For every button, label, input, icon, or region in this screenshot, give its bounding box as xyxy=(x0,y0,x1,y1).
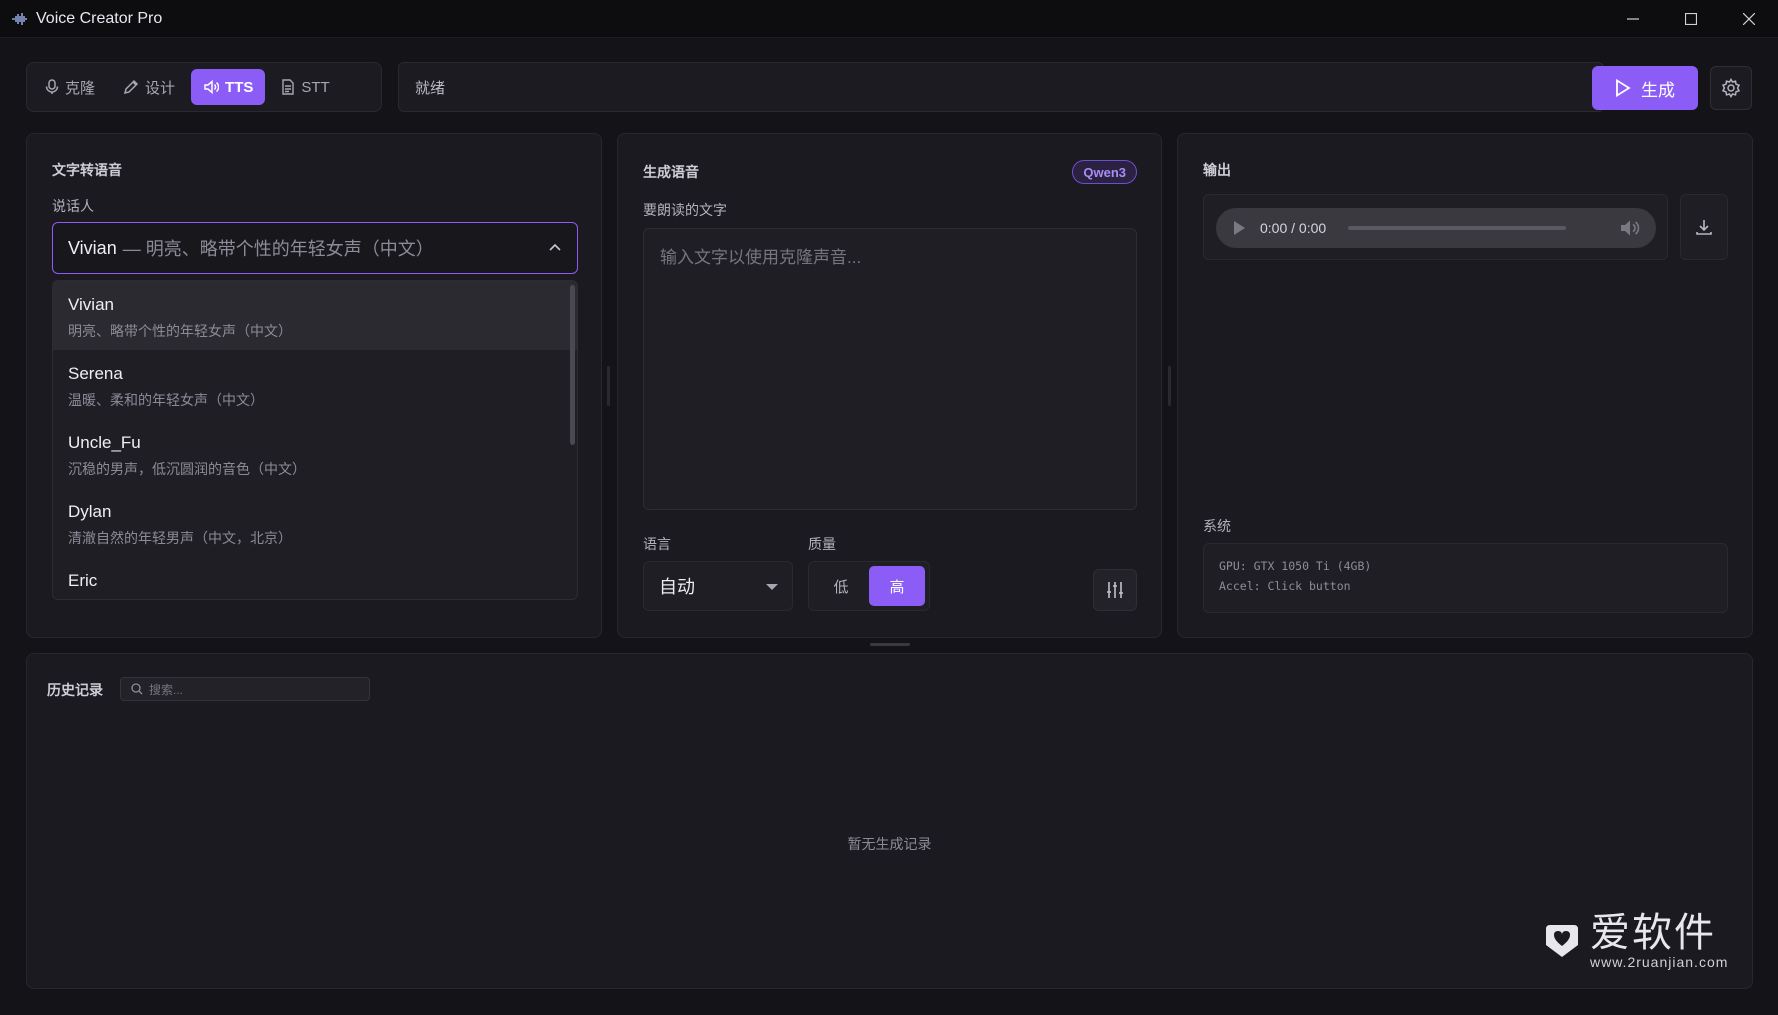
tab-tts-label: TTS xyxy=(225,78,254,96)
close-icon xyxy=(1743,12,1755,25)
tab-design[interactable]: 设计 xyxy=(111,69,187,105)
speaker-option-vivian[interactable]: Vivian 明亮、略带个性的年轻女声（中文） xyxy=(53,281,577,350)
generate-label: 生成 xyxy=(1641,80,1675,100)
quality-low-button[interactable]: 低 xyxy=(813,566,869,606)
tab-stt-label: STT xyxy=(301,78,330,96)
tts-panel-title: 文字转语音 xyxy=(52,162,122,178)
option-name: Vivian xyxy=(68,295,114,314)
maximize-icon xyxy=(1685,12,1697,25)
search-placeholder: 搜索... xyxy=(149,682,184,697)
status-bar: 就绪 xyxy=(398,62,1604,112)
system-accel-line: Accel: Click button xyxy=(1219,579,1351,593)
output-panel: 输出 0:00 / 0:00 系统 GPU: GTX 1050 Ti (4GB)… xyxy=(1177,133,1753,638)
history-empty-text: 暂无生成记录 xyxy=(847,836,932,852)
system-label: 系统 xyxy=(1203,518,1231,534)
maximize-button[interactable] xyxy=(1662,0,1720,38)
text-label: 要朗读的文字 xyxy=(643,202,727,218)
search-icon xyxy=(131,683,143,695)
audio-player: 0:00 / 0:00 xyxy=(1216,208,1656,248)
player-time: 0:00 / 0:00 xyxy=(1260,220,1327,236)
seek-bar[interactable] xyxy=(1348,226,1567,230)
speaker-icon xyxy=(204,79,220,95)
tab-clone-label: 克隆 xyxy=(65,79,96,97)
status-text: 就绪 xyxy=(415,79,446,97)
option-desc: 清澈自然的年轻男声（中文，北京） xyxy=(68,530,292,546)
chevron-up-icon xyxy=(549,243,561,251)
mode-tabs: 克隆 设计 TTS STT xyxy=(26,62,382,112)
option-name: Serena xyxy=(68,364,123,383)
toolbar: 克隆 设计 TTS STT 就绪 生成 xyxy=(26,62,1752,114)
caret-down-icon xyxy=(766,584,778,590)
option-desc: 明亮、略带个性的年轻女声（中文） xyxy=(68,323,292,339)
speaker-option-serena[interactable]: Serena 温暖、柔和的年轻女声（中文） xyxy=(53,350,577,419)
language-label: 语言 xyxy=(643,536,671,552)
speaker-select[interactable]: Vivian — 明亮、略带个性的年轻女声（中文） xyxy=(52,222,578,274)
history-title: 历史记录 xyxy=(47,682,103,698)
tab-stt[interactable]: STT xyxy=(269,69,341,105)
quality-high-button[interactable]: 高 xyxy=(869,566,925,606)
window-title: Voice Creator Pro xyxy=(36,9,163,27)
tab-tts[interactable]: TTS xyxy=(191,69,266,105)
generate-button[interactable]: 生成 xyxy=(1592,66,1698,110)
close-button[interactable] xyxy=(1720,0,1778,38)
splitter-horizontal[interactable] xyxy=(870,643,910,646)
generate-panel: 生成语音 Qwen3 要朗读的文字 输入文字以使用克隆声音... 语言 质量 自… xyxy=(617,133,1162,638)
title-bar: Voice Creator Pro xyxy=(0,0,1778,38)
option-name: Eric xyxy=(68,571,98,590)
model-badge: Qwen3 xyxy=(1072,160,1137,184)
speaker-selected-name: Vivian xyxy=(68,237,117,258)
settings-button[interactable] xyxy=(1710,66,1752,110)
download-button[interactable] xyxy=(1680,194,1728,260)
play-icon[interactable] xyxy=(1232,220,1246,236)
minimize-button[interactable] xyxy=(1604,0,1662,38)
app-logo-icon xyxy=(10,9,30,29)
output-panel-title: 输出 xyxy=(1203,162,1231,178)
history-panel: 历史记录 搜索... 暂无生成记录 xyxy=(26,653,1753,989)
speaker-option-eric[interactable]: Eric xyxy=(53,557,577,599)
volume-icon[interactable] xyxy=(1620,219,1640,237)
gear-icon xyxy=(1721,78,1741,98)
tab-design-label: 设计 xyxy=(145,79,176,97)
speaker-dropdown: Vivian 明亮、略带个性的年轻女声（中文） Serena 温暖、柔和的年轻女… xyxy=(52,280,578,600)
watermark: 爱软件 www.2ruanjian.com xyxy=(1542,912,1728,970)
text-input[interactable]: 输入文字以使用克隆声音... xyxy=(643,228,1137,510)
language-select[interactable]: 自动 xyxy=(643,561,793,611)
text-placeholder: 输入文字以使用克隆声音... xyxy=(660,248,862,267)
minimize-icon xyxy=(1627,17,1639,20)
dropdown-scrollbar[interactable] xyxy=(570,285,575,445)
quality-toggle: 低 高 xyxy=(808,561,930,611)
system-info: GPU: GTX 1050 Ti (4GB) Accel: Click butt… xyxy=(1203,543,1728,613)
mic-icon xyxy=(45,79,59,94)
tts-panel: 文字转语音 说话人 Vivian — 明亮、略带个性的年轻女声（中文） Vivi… xyxy=(26,133,602,638)
option-desc: 温暖、柔和的年轻女声（中文） xyxy=(68,392,264,408)
tab-clone[interactable]: 克隆 xyxy=(33,69,107,105)
advanced-settings-button[interactable] xyxy=(1093,569,1137,611)
heart-logo-icon xyxy=(1546,925,1578,957)
document-icon xyxy=(282,79,295,95)
history-search-input[interactable]: 搜索... xyxy=(120,677,370,701)
pencil-icon xyxy=(123,79,139,95)
speaker-selected-desc: — 明亮、略带个性的年轻女声（中文） xyxy=(122,239,434,259)
speaker-option-uncle-fu[interactable]: Uncle_Fu 沉稳的男声，低沉圆润的音色（中文） xyxy=(53,419,577,488)
generate-panel-title: 生成语音 xyxy=(643,164,699,180)
watermark-url: www.2ruanjian.com xyxy=(1590,954,1729,970)
system-gpu-line: GPU: GTX 1050 Ti (4GB) xyxy=(1219,559,1372,573)
play-icon xyxy=(1616,79,1631,97)
speaker-label: 说话人 xyxy=(52,198,94,214)
speaker-option-dylan[interactable]: Dylan 清澈自然的年轻男声（中文，北京） xyxy=(53,488,577,557)
sliders-icon xyxy=(1107,582,1123,598)
audio-player-container: 0:00 / 0:00 xyxy=(1203,194,1668,260)
splitter-left[interactable] xyxy=(607,366,610,406)
option-name: Dylan xyxy=(68,502,112,521)
download-icon xyxy=(1696,220,1712,235)
watermark-cn: 爱软件 xyxy=(1590,911,1716,955)
option-name: Uncle_Fu xyxy=(68,433,141,452)
splitter-right[interactable] xyxy=(1168,366,1171,406)
option-desc: 沉稳的男声，低沉圆润的音色（中文） xyxy=(68,461,306,477)
quality-label: 质量 xyxy=(808,536,836,552)
language-value: 自动 xyxy=(659,577,695,597)
